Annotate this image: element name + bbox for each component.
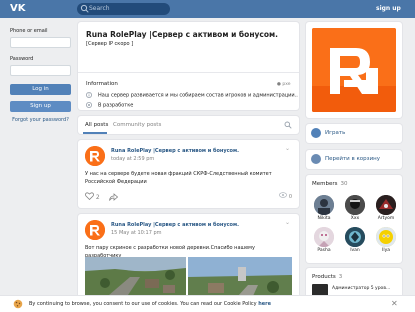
- post-text: У нас на сервере будете новая фракций СК…: [85, 171, 272, 185]
- wall-post: Runa RolePlay |Сервер с активом и бонусо…: [78, 140, 299, 208]
- avatar: [376, 227, 396, 247]
- tab-community-posts[interactable]: Community posts: [113, 122, 161, 129]
- chevron-down-icon[interactable]: ⌄: [285, 219, 290, 226]
- member-item[interactable]: Ivan: [344, 227, 366, 254]
- like-count: 2: [95, 194, 100, 201]
- cart-button[interactable]: Перейти в корзину: [306, 150, 402, 169]
- info-icon: [86, 92, 92, 98]
- group-header: Runa RolePlay |Сервер с активом и бонусо…: [78, 22, 299, 110]
- play-label: Играть: [325, 130, 346, 136]
- like-button[interactable]: 2: [85, 192, 100, 203]
- vk-logo[interactable]: VK: [10, 3, 28, 15]
- view-count: 0: [279, 192, 292, 202]
- wall-tabs: All posts Community posts: [78, 116, 299, 134]
- group-title: Runa RolePlay |Сервер с активом и бонусо…: [86, 30, 278, 39]
- post-author-avatar[interactable]: [85, 146, 105, 166]
- password-label: Password: [10, 56, 34, 62]
- forgot-password-link[interactable]: Forgot your password?: [10, 117, 71, 124]
- member-name: Artyom: [377, 216, 395, 221]
- view-count-value: 0: [288, 194, 292, 200]
- products-count: 3: [338, 274, 343, 280]
- cookie-icon: [13, 299, 23, 309]
- products-label: Products: [312, 274, 336, 280]
- runa-logo-icon: [85, 220, 105, 240]
- member-name: Ivan: [350, 248, 360, 253]
- info-location: В разработке: [86, 102, 133, 110]
- login-button[interactable]: Log in: [10, 84, 71, 95]
- signup-link[interactable]: sign up: [376, 4, 401, 14]
- post-author-avatar[interactable]: [85, 220, 105, 240]
- phone-input[interactable]: [10, 37, 71, 48]
- member-item[interactable]: Ilya: [375, 227, 397, 254]
- cookie-policy-link[interactable]: here: [258, 301, 271, 307]
- info-description-text: Наш сервер развивается и мы собираем сос…: [98, 92, 298, 99]
- members-card: Members 30 Nikita Xxx Artyom Pasha Ivan …: [306, 175, 402, 263]
- members-header[interactable]: Members 30: [312, 181, 348, 188]
- avatar: [345, 227, 365, 247]
- member-item[interactable]: Artyom: [375, 195, 397, 222]
- products-header[interactable]: Products 3: [312, 274, 342, 281]
- cookie-banner: By continuing to browse, you consent to …: [0, 295, 415, 312]
- cart-icon: [311, 154, 321, 164]
- cookie-text: By continuing to browse, you consent to …: [29, 300, 271, 308]
- members-label: Members: [312, 181, 338, 187]
- runa-logo-icon: [85, 146, 105, 166]
- tab-all-posts[interactable]: All posts: [82, 122, 108, 134]
- group-status: [Сервер IP скоро ]: [86, 41, 134, 47]
- member-name: Xxx: [350, 216, 360, 221]
- phone-label: Phone or email: [10, 28, 48, 34]
- search-input[interactable]: Search: [77, 3, 170, 15]
- group-avatar-card: [306, 22, 402, 118]
- play-icon: [311, 128, 321, 138]
- post-author[interactable]: Runa RolePlay |Сервер с активом и бонусо…: [111, 148, 239, 155]
- eye-icon: [279, 192, 288, 198]
- avatar: [314, 227, 334, 247]
- post-footer: 2 0: [85, 192, 292, 202]
- member-name: Ilya: [382, 248, 390, 253]
- cookie-message: By continuing to browse, you consent to …: [29, 301, 257, 307]
- post-author[interactable]: Runa RolePlay |Сервер с активом и бонусо…: [111, 222, 239, 229]
- members-count: 30: [340, 181, 348, 187]
- search-icon[interactable]: [284, 121, 292, 129]
- information-extra: ● pxe: [277, 82, 291, 87]
- login-panel: Phone or email Password Log in Sign up F…: [10, 28, 71, 124]
- info-location-text: В разработке: [98, 102, 134, 109]
- member-name: Pasha: [317, 248, 331, 253]
- signup-button[interactable]: Sign up: [10, 101, 71, 112]
- close-icon[interactable]: ✕: [391, 299, 398, 309]
- member-item[interactable]: Xxx: [344, 195, 366, 222]
- avatar: [376, 195, 396, 215]
- location-icon: [86, 102, 92, 108]
- top-bar: VK Search sign up: [0, 0, 415, 18]
- group-avatar[interactable]: [312, 28, 396, 112]
- post-date[interactable]: today at 2:59 pm: [111, 156, 154, 163]
- information-label[interactable]: Information: [86, 81, 118, 88]
- share-icon[interactable]: [109, 193, 118, 201]
- chevron-down-icon[interactable]: ⌄: [285, 145, 290, 152]
- avatar: [345, 195, 365, 215]
- password-input[interactable]: [10, 65, 71, 76]
- runa-logo-icon: [312, 28, 396, 112]
- avatar: [314, 195, 334, 215]
- heart-icon: [85, 192, 94, 201]
- member-item[interactable]: Pasha: [313, 227, 335, 254]
- info-description: Наш сервер развивается и мы собираем сос…: [86, 92, 298, 100]
- search-placeholder: Search: [89, 5, 110, 12]
- divider: [78, 72, 299, 73]
- member-item[interactable]: Nikita: [313, 195, 335, 222]
- post-date[interactable]: 15 May at 10:17 pm: [111, 230, 162, 237]
- member-name: Nikita: [317, 216, 331, 221]
- play-button[interactable]: Играть: [306, 124, 402, 143]
- product-title: Администратор 5 уров...: [332, 286, 391, 291]
- cart-label: Перейти в корзину: [325, 156, 381, 162]
